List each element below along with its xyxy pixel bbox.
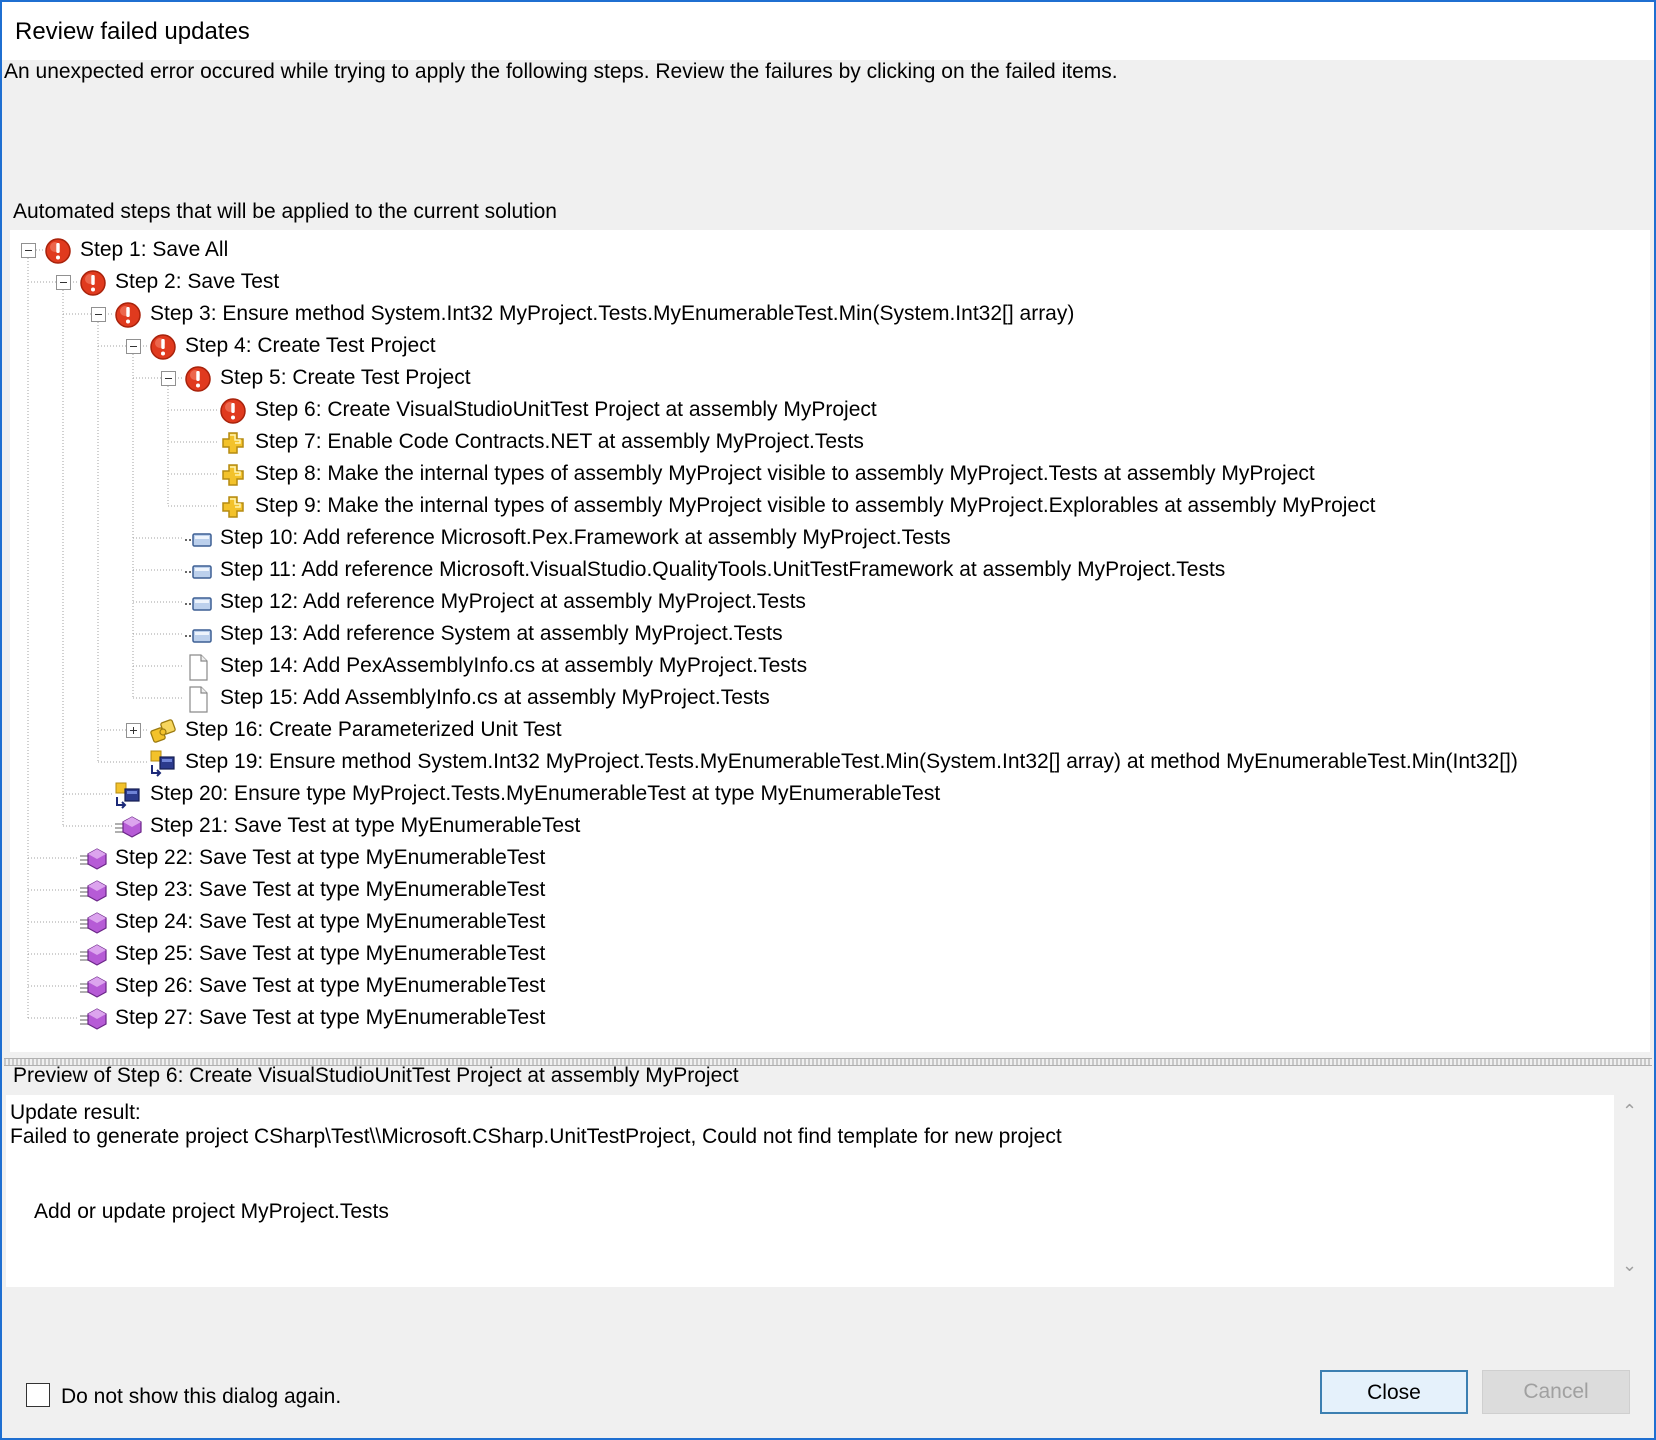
tree-item-label: Step 21: Save Test at type MyEnumerableT… <box>150 814 581 837</box>
tree-item-label: Step 26: Save Test at type MyEnumerableT… <box>115 974 546 997</box>
update-detail: Add or update project MyProject.Tests <box>34 1200 389 1223</box>
preview-text-area[interactable]: Update result: Failed to generate projec… <box>6 1095 1614 1287</box>
preview-caption: Preview of Step 6: Create VisualStudioUn… <box>13 1064 739 1087</box>
tree-item-label: Step 11: Add reference Microsoft.VisualS… <box>220 558 1226 581</box>
file-icon <box>184 685 212 713</box>
plus-cross-icon <box>219 429 247 457</box>
save-gem-icon <box>114 813 142 841</box>
collapse-icon[interactable] <box>21 243 36 258</box>
update-result-message: Failed to generate project CSharp\Test\\… <box>10 1125 1062 1148</box>
cancel-button[interactable]: Cancel <box>1482 1370 1630 1414</box>
plus-cross-icon <box>219 493 247 521</box>
tree-item-label: Step 22: Save Test at type MyEnumerableT… <box>115 846 546 869</box>
steps-tree[interactable]: Step 1: Save All Step 2: Save Test Step 3:… <box>10 230 1650 1052</box>
tree-item-label: Step 24: Save Test at type MyEnumerableT… <box>115 910 546 933</box>
tree-item-label: Step 9: Make the internal types of assem… <box>255 494 1376 517</box>
tree-item-label: Step 8: Make the internal types of assem… <box>255 462 1315 485</box>
tree-item-label: Step 1: Save All <box>80 238 229 261</box>
dialog-title: Review failed updates <box>15 18 250 45</box>
error-icon <box>184 365 212 393</box>
update-result-heading: Update result: <box>10 1101 141 1124</box>
tree-item-label: Step 2: Save Test <box>115 270 280 293</box>
tree-item-label: Step 14: Add PexAssemblyInfo.cs at assem… <box>220 654 808 677</box>
error-icon <box>44 237 72 265</box>
scroll-down-icon[interactable]: ⌄ <box>1622 1255 1637 1276</box>
tree-item-label: Step 6: Create VisualStudioUnitTest Proj… <box>255 398 877 421</box>
reference-icon <box>184 621 212 649</box>
tree-item-label: Step 27: Save Test at type MyEnumerableT… <box>115 1006 546 1029</box>
scroll-up-icon[interactable]: ⌃ <box>1622 1101 1637 1122</box>
ensure-icon <box>149 749 177 777</box>
title-bar: Review failed updates <box>2 2 1654 60</box>
error-icon <box>114 301 142 329</box>
save-gem-icon <box>79 1005 107 1033</box>
collapse-icon[interactable] <box>91 307 106 322</box>
tree-item-label: Step 10: Add reference Microsoft.Pex.Fra… <box>220 526 951 549</box>
collapse-icon[interactable] <box>56 275 71 290</box>
save-gem-icon <box>79 845 107 873</box>
collapse-icon[interactable] <box>161 371 176 386</box>
puzzle-icon <box>149 717 177 745</box>
save-gem-icon <box>79 941 107 969</box>
tree-item-label: Step 15: Add AssemblyInfo.cs at assembly… <box>220 686 770 709</box>
ensure-icon <box>114 781 142 809</box>
error-icon <box>149 333 177 361</box>
tree-item-label: Step 5: Create Test Project <box>220 366 471 389</box>
tree-item-label: Step 19: Ensure method System.Int32 MyPr… <box>185 750 1518 773</box>
tree-item-label: Step 20: Ensure type MyProject.Tests.MyE… <box>150 782 941 805</box>
tree-item-label: Step 16: Create Parameterized Unit Test <box>185 718 562 741</box>
error-icon <box>79 269 107 297</box>
tree-item-label: Step 3: Ensure method System.Int32 MyPro… <box>150 302 1075 325</box>
tree-item-label: Step 7: Enable Code Contracts.NET at ass… <box>255 430 864 453</box>
reference-icon <box>184 589 212 617</box>
error-description: An unexpected error occured while trying… <box>4 60 1118 83</box>
tree-item-label: Step 23: Save Test at type MyEnumerableT… <box>115 878 546 901</box>
steps-caption: Automated steps that will be applied to … <box>13 200 557 223</box>
checkbox-box[interactable] <box>26 1383 50 1407</box>
tree-item-label: Step 25: Save Test at type MyEnumerableT… <box>115 942 546 965</box>
tree-item-label: Step 4: Create Test Project <box>185 334 436 357</box>
tree-item-label: Step 12: Add reference MyProject at asse… <box>220 590 806 613</box>
close-button[interactable]: Close <box>1320 1370 1468 1414</box>
reference-icon <box>184 557 212 585</box>
save-gem-icon <box>79 973 107 1001</box>
save-gem-icon <box>79 909 107 937</box>
dont-show-label: Do not show this dialog again. <box>61 1385 342 1408</box>
review-failed-updates-dialog: Review failed updates An unexpected erro… <box>0 0 1656 1440</box>
tree-item-label: Step 13: Add reference System at assembl… <box>220 622 783 645</box>
preview-scrollbar[interactable]: ⌃ ⌄ <box>1614 1095 1646 1287</box>
error-icon <box>219 397 247 425</box>
expand-icon[interactable] <box>126 723 141 738</box>
plus-cross-icon <box>219 461 247 489</box>
file-icon <box>184 653 212 681</box>
reference-icon <box>184 525 212 553</box>
collapse-icon[interactable] <box>126 339 141 354</box>
save-gem-icon <box>79 877 107 905</box>
